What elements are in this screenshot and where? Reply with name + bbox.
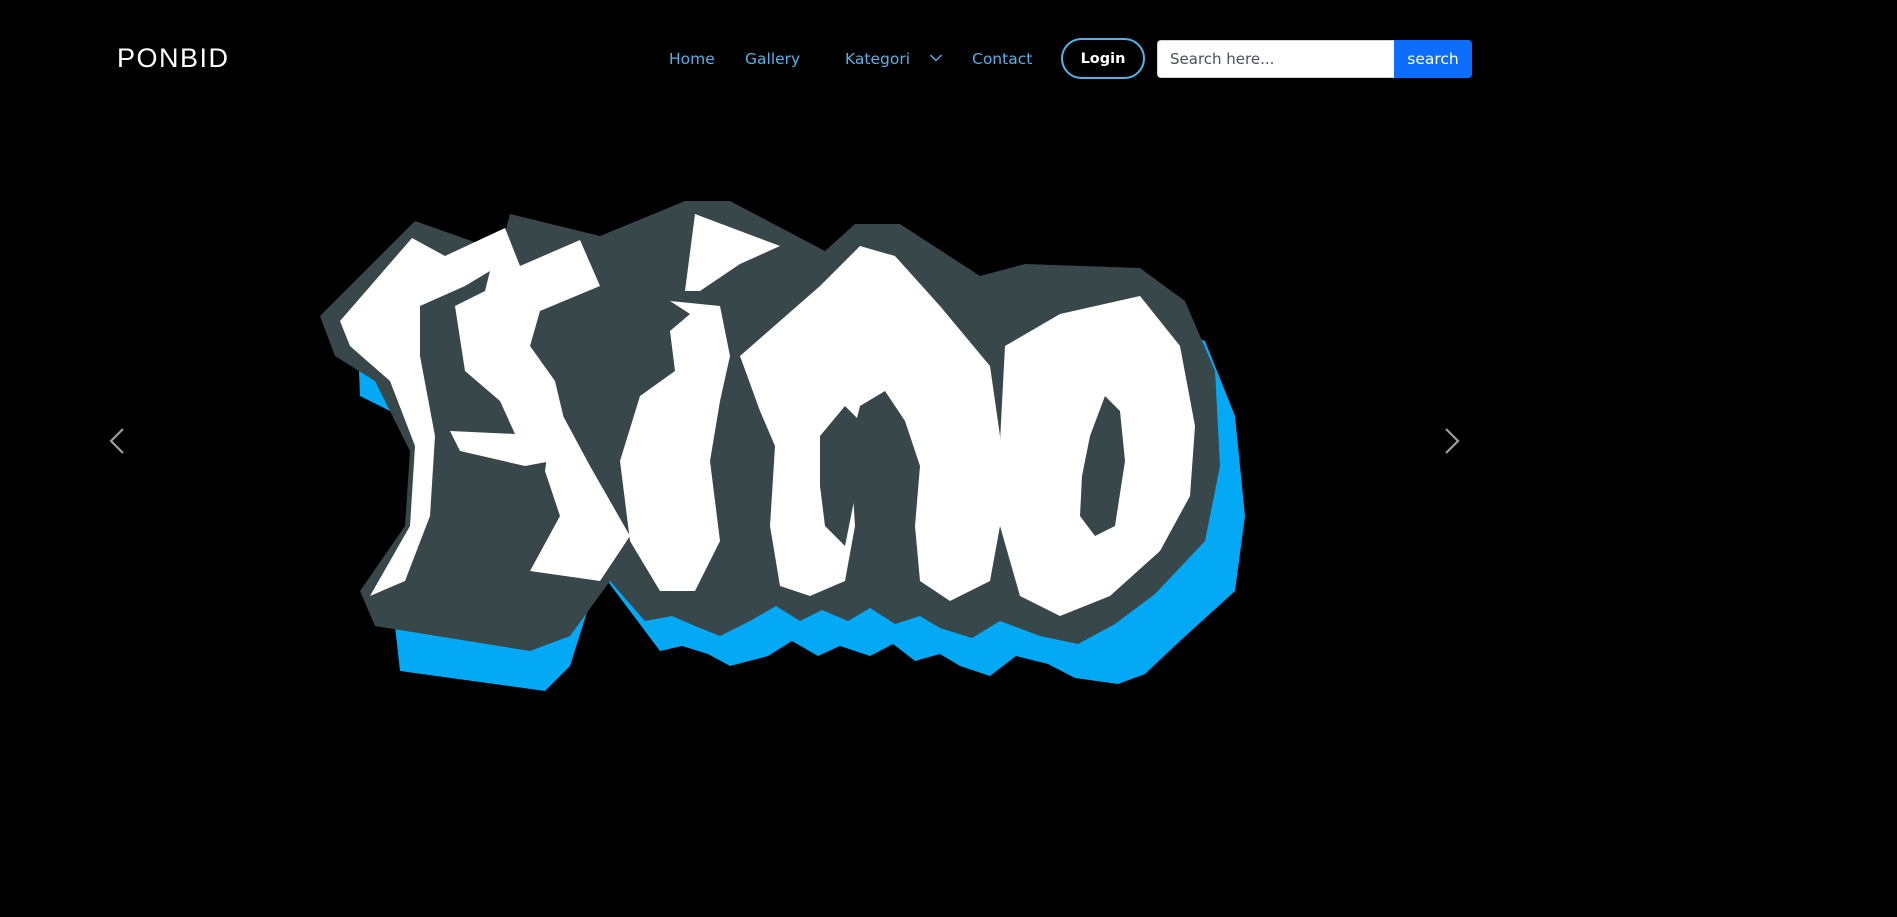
search-button[interactable]: search <box>1394 40 1472 78</box>
nav-contact-link[interactable]: Contact <box>972 48 1032 70</box>
navbar: PONBID Home Gallery Kategori Contact Log… <box>0 0 1568 116</box>
nav-gallery-link[interactable]: Gallery <box>745 48 800 70</box>
page: PONBID Home Gallery Kategori Contact Log… <box>0 0 1568 758</box>
kino-logo-image <box>320 201 1245 691</box>
chevron-right-icon[interactable] <box>1432 421 1472 461</box>
chevron-down-icon[interactable] <box>929 53 943 63</box>
search-input[interactable] <box>1157 40 1394 78</box>
brand-logo[interactable]: PONBID <box>117 42 230 74</box>
nav-kategori-dropdown[interactable]: Kategori <box>845 48 910 70</box>
chevron-left-icon[interactable] <box>97 421 137 461</box>
login-button[interactable]: Login <box>1061 38 1145 79</box>
hero-carousel <box>0 116 1568 758</box>
nav-home-link[interactable]: Home <box>669 48 715 70</box>
